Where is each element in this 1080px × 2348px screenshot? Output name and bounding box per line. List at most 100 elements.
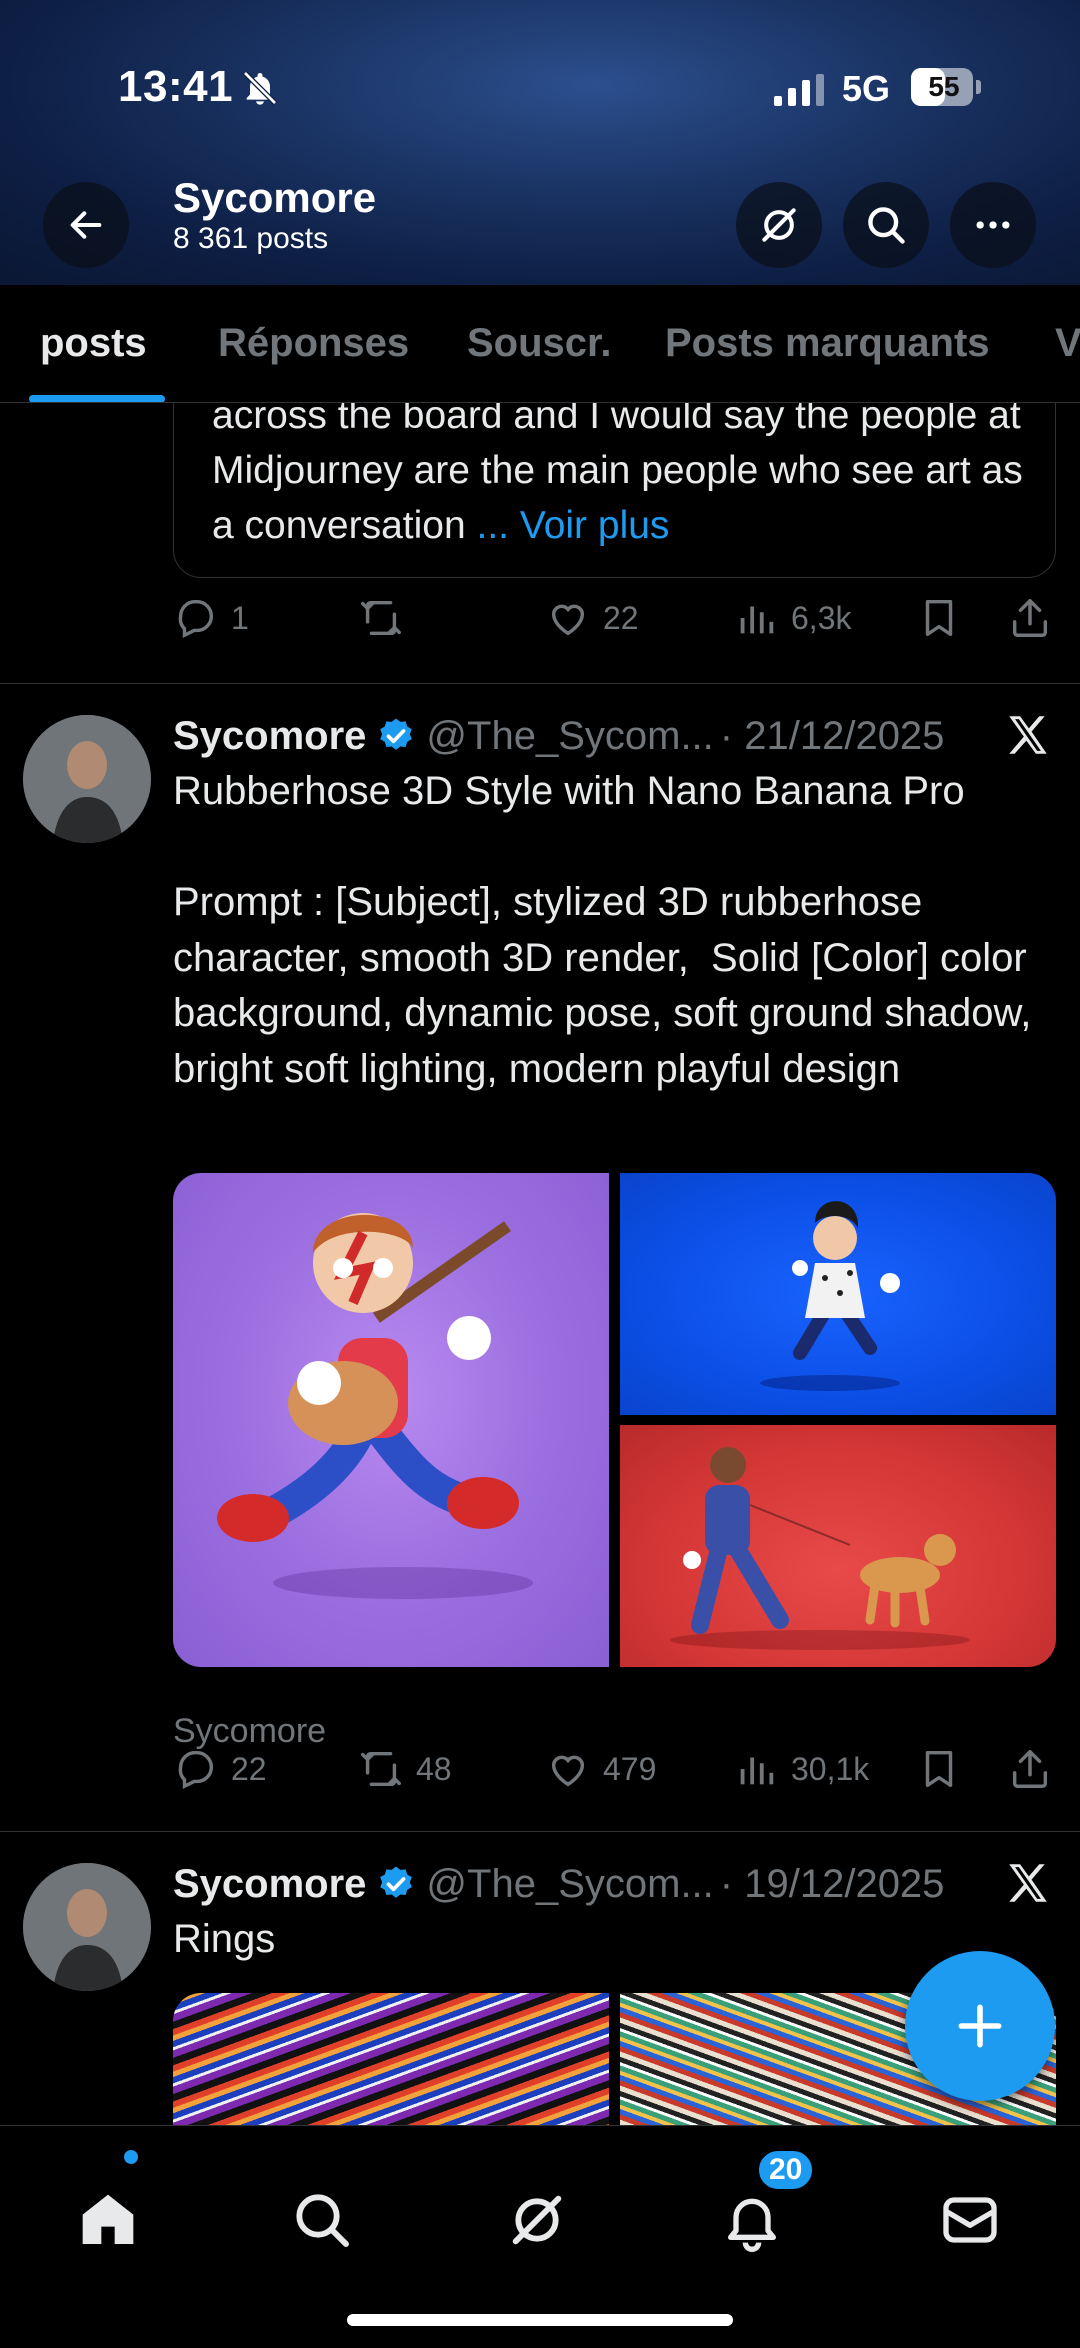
- active-tab-indicator: [29, 395, 165, 402]
- post-date: · 21/12/2025: [719, 713, 945, 758]
- repost-icon: [361, 1751, 401, 1787]
- back-button[interactable]: [43, 182, 129, 268]
- media-image-singer[interactable]: [620, 1173, 1056, 1415]
- post-divider: [0, 1831, 1080, 1832]
- reply-icon: [178, 599, 214, 639]
- media-image-guitarist[interactable]: [173, 1173, 609, 1667]
- like-icon: [551, 604, 585, 636]
- post-text: Rings: [173, 1917, 276, 1961]
- x-logo-icon: [1009, 1864, 1047, 1902]
- more-options-button[interactable]: [950, 182, 1036, 268]
- grok-button[interactable]: [736, 182, 822, 268]
- tab-highlights[interactable]: Posts marquants: [665, 321, 990, 366]
- nav-search[interactable]: [290, 2188, 354, 2252]
- author-name[interactable]: Sycomore: [173, 714, 366, 759]
- like-button[interactable]: 22: [545, 595, 639, 641]
- timeline[interactable]: across the board and I would say the peo…: [0, 403, 1080, 2125]
- nav-home[interactable]: [76, 2188, 140, 2252]
- nav-messages[interactable]: [938, 2188, 1002, 2252]
- post-divider: [0, 683, 1080, 684]
- avatar-photo: [23, 715, 151, 843]
- guitarist-illustration: [217, 1213, 533, 1599]
- plus-icon: [958, 2004, 1002, 2048]
- reply-icon: [178, 1750, 214, 1790]
- repost-button[interactable]: [358, 595, 416, 641]
- avatar[interactable]: [23, 715, 151, 843]
- avatar-photo: [23, 1863, 151, 1991]
- post-actions: 1 22 6,3k: [173, 595, 1056, 645]
- bell-off-icon: [243, 71, 277, 105]
- share-button[interactable]: [1007, 595, 1053, 641]
- tab-subscriptions[interactable]: Souscr.: [467, 321, 612, 366]
- profile-header: 13:41 5G 55 Sycomore 8 361 posts: [0, 0, 1080, 285]
- tab-posts[interactable]: posts: [40, 321, 147, 366]
- media-image-rings-left[interactable]: [173, 1993, 609, 2125]
- x-logo-icon: [1009, 716, 1047, 754]
- bookmark-button[interactable]: [916, 595, 962, 641]
- media-image-dog-walker[interactable]: [620, 1425, 1056, 1667]
- views-count: 6,3k: [791, 599, 852, 636]
- repost-button[interactable]: 48: [358, 1746, 452, 1792]
- repost-icon: [361, 600, 401, 636]
- tab-more[interactable]: V: [1055, 321, 1080, 366]
- signal-icon: [774, 74, 824, 106]
- mail-icon: [943, 2197, 997, 2243]
- views-icon: [740, 606, 774, 634]
- verified-icon: [380, 1866, 413, 1898]
- share-icon: [1012, 1750, 1048, 1788]
- post-header: Sycomore @The_Sycom... · 21/12/2025: [173, 708, 944, 764]
- nav-notifications[interactable]: [720, 2188, 784, 2252]
- bookmark-icon: [925, 599, 953, 637]
- author-name[interactable]: Sycomore: [173, 1862, 366, 1907]
- like-count: 479: [603, 1750, 657, 1787]
- views-button[interactable]: 6,3k: [733, 595, 851, 641]
- reply-button[interactable]: 22: [173, 1746, 267, 1792]
- home-icon: [82, 2194, 134, 2244]
- profile-tabs: posts Réponses Souscr. Posts marquants V: [0, 285, 1080, 403]
- author-handle[interactable]: @The_Sycom...: [426, 1862, 713, 1907]
- author-handle[interactable]: @The_Sycom...: [426, 714, 713, 759]
- post-date: · 19/12/2025: [719, 1861, 945, 1906]
- like-icon: [551, 1755, 585, 1787]
- views-icon: [740, 1757, 774, 1785]
- post-actions: 22 48 479 30,1k: [173, 1746, 1056, 1796]
- reply-count: 22: [231, 1750, 267, 1787]
- repost-count: 48: [416, 1750, 452, 1787]
- grok-icon: [762, 208, 796, 242]
- home-indicator[interactable]: [347, 2314, 733, 2326]
- bookmark-button[interactable]: [916, 1746, 962, 1792]
- profile-name: Sycomore: [173, 174, 377, 221]
- tab-replies[interactable]: Réponses: [218, 321, 409, 366]
- like-button[interactable]: 479: [545, 1746, 656, 1792]
- more-icon: [976, 221, 1010, 229]
- share-button[interactable]: [1007, 1746, 1053, 1792]
- views-count: 30,1k: [791, 1750, 870, 1787]
- nav-grok[interactable]: [505, 2188, 569, 2252]
- search-icon: [296, 2194, 349, 2247]
- compose-post-button[interactable]: [905, 1951, 1055, 2101]
- share-icon: [1012, 599, 1048, 637]
- network-type: 5G: [842, 68, 891, 109]
- verified-icon: [380, 718, 413, 750]
- post-count: 8 361 posts: [173, 222, 329, 255]
- reply-count: 1: [231, 599, 249, 636]
- back-arrow-icon: [70, 211, 102, 239]
- search-button[interactable]: [843, 182, 929, 268]
- like-count: 22: [603, 599, 639, 636]
- bookmark-icon: [925, 1750, 953, 1788]
- status-time: 13:41: [118, 62, 234, 111]
- battery-indicator: 55: [911, 68, 973, 106]
- notifications-badge: 20: [756, 2148, 816, 2192]
- avatar[interactable]: [23, 1863, 151, 1991]
- see-more-link[interactable]: ... Voir plus: [477, 504, 670, 547]
- quoted-post[interactable]: across the board and I would say the peo…: [173, 403, 1056, 578]
- dog-walker-illustration: [670, 1447, 970, 1650]
- bell-icon: [728, 2198, 776, 2252]
- search-icon: [868, 207, 905, 244]
- singer-illustration: [760, 1201, 900, 1391]
- reply-button[interactable]: 1: [173, 595, 249, 641]
- views-button[interactable]: 30,1k: [733, 1746, 869, 1792]
- post-media-grid[interactable]: [173, 1173, 1056, 1667]
- post-header: Sycomore @The_Sycom... · 19/12/2025: [173, 1856, 944, 1912]
- grok-icon: [512, 2195, 562, 2245]
